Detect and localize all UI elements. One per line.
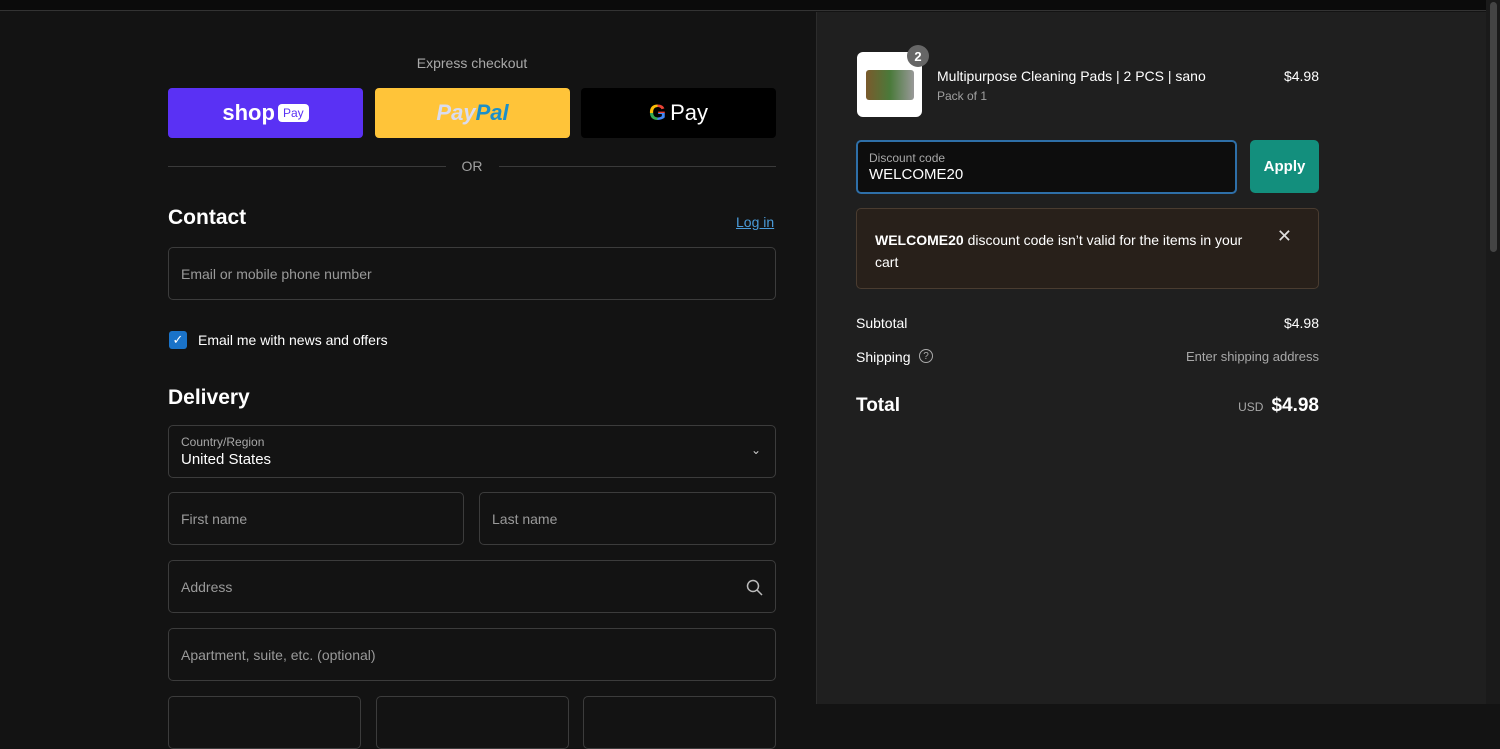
email-field[interactable]: Email or mobile phone number bbox=[168, 247, 776, 300]
total-amount: USD $4.98 bbox=[1238, 395, 1319, 417]
google-pay-button[interactable]: G Pay bbox=[581, 88, 776, 138]
total-label: Total bbox=[856, 395, 900, 416]
apply-button[interactable]: Apply bbox=[1250, 140, 1319, 193]
paypal-logo-pay: Pay bbox=[436, 100, 476, 125]
or-divider: OR bbox=[168, 158, 776, 174]
google-g-icon: G bbox=[648, 100, 667, 125]
apartment-field[interactable]: Apartment, suite, etc. (optional) bbox=[168, 628, 776, 681]
country-select[interactable]: Country/Region United States ⌄ bbox=[168, 425, 776, 478]
currency-label: USD bbox=[1238, 400, 1264, 414]
discount-value: WELCOME20 bbox=[869, 166, 964, 183]
product-name: Multipurpose Cleaning Pads | 2 PCS | san… bbox=[937, 68, 1206, 84]
subtotal-value: $4.98 bbox=[1283, 315, 1319, 331]
newsletter-label: Email me with news and offers bbox=[198, 332, 388, 348]
or-label: OR bbox=[461, 158, 483, 174]
checkmark-icon: ✓ bbox=[172, 332, 184, 347]
discount-label: Discount code bbox=[869, 151, 946, 165]
shipping-value: Enter shipping address bbox=[1186, 349, 1319, 364]
email-placeholder: Email or mobile phone number bbox=[181, 265, 372, 282]
scrollbar[interactable] bbox=[1486, 0, 1500, 704]
chevron-down-icon: ⌄ bbox=[750, 443, 761, 457]
discount-code-input[interactable]: Discount code WELCOME20 bbox=[856, 140, 1237, 194]
shipping-label: Shipping bbox=[856, 349, 911, 365]
error-code: WELCOME20 bbox=[875, 232, 964, 248]
search-icon bbox=[746, 579, 763, 596]
newsletter-checkbox[interactable]: ✓ bbox=[169, 331, 187, 349]
express-checkout-title: Express checkout bbox=[416, 55, 528, 71]
shop-pay-logo: shop bbox=[222, 100, 275, 125]
login-link[interactable]: Log in bbox=[736, 214, 774, 230]
product-price: $4.98 bbox=[1283, 68, 1319, 84]
close-icon[interactable]: ✕ bbox=[1277, 225, 1292, 247]
gpay-label: Pay bbox=[670, 100, 709, 125]
discount-error-banner: WELCOME20 discount code isn’t valid for … bbox=[856, 208, 1319, 289]
last-name-placeholder: Last name bbox=[492, 510, 558, 527]
last-name-field[interactable]: Last name bbox=[479, 492, 776, 545]
delivery-heading: Delivery bbox=[168, 386, 250, 409]
apartment-placeholder: Apartment, suite, etc. (optional) bbox=[181, 646, 376, 663]
paypal-logo-pal: Pal bbox=[475, 100, 509, 125]
quantity-badge: 2 bbox=[907, 45, 929, 67]
shop-pay-button[interactable]: shop Pay bbox=[168, 88, 363, 138]
product-variant: Pack of 1 bbox=[937, 89, 988, 103]
total-value: $4.98 bbox=[1271, 395, 1319, 416]
subtotal-label: Subtotal bbox=[856, 315, 908, 331]
address-placeholder: Address bbox=[181, 578, 233, 595]
address-field[interactable]: Address bbox=[168, 560, 776, 613]
paypal-button[interactable]: Pay Pal bbox=[375, 88, 570, 138]
shop-pay-pill: Pay bbox=[277, 104, 309, 122]
help-icon[interactable]: ? bbox=[919, 349, 933, 363]
scrollbar-thumb[interactable] bbox=[1490, 2, 1497, 252]
browser-top-bar bbox=[0, 0, 1500, 11]
contact-heading: Contact bbox=[168, 206, 247, 229]
country-value: United States bbox=[181, 451, 272, 468]
first-name-field[interactable]: First name bbox=[168, 492, 464, 545]
country-label: Country/Region bbox=[181, 435, 265, 449]
first-name-placeholder: First name bbox=[181, 510, 248, 527]
